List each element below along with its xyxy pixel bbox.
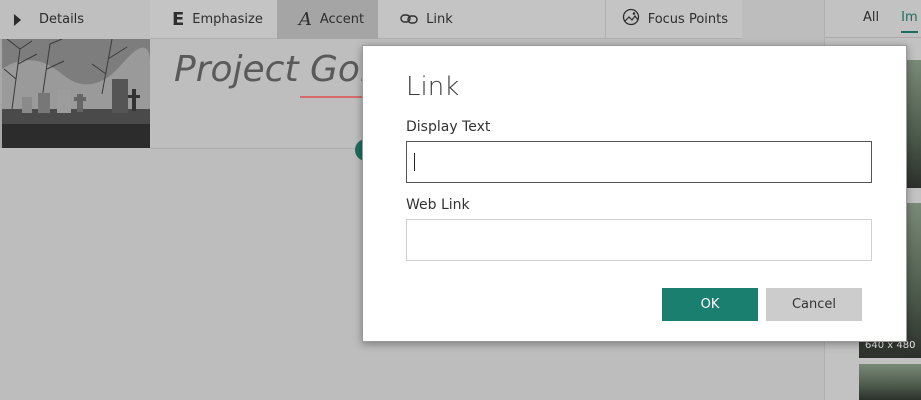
accent-label: Accent [319,12,365,27]
tab-all[interactable]: All [863,10,879,33]
focus-points-button[interactable]: Focus Points [604,0,742,39]
details-label: Details [39,12,85,27]
emphasize-icon: E [172,9,185,30]
text-caret [414,153,415,171]
format-toolbar: E Emphasize A Accent Link Focus Points [150,0,742,39]
link-button[interactable]: Link [378,0,467,39]
focus-points-icon [622,8,640,31]
link-icon [400,9,418,30]
cancel-button[interactable]: Cancel [766,288,862,321]
page-title[interactable]: Project Gor [174,49,375,90]
focus-points-label: Focus Points [647,12,728,27]
tabs-divider [825,37,921,38]
spellcheck-underline [300,96,370,98]
emphasize-button[interactable]: E Emphasize [150,0,277,39]
web-link-label: Web Link [406,197,470,213]
accent-icon: A [298,9,312,30]
image-result[interactable] [859,364,921,400]
dialog-title: Link [406,72,460,102]
accent-button[interactable]: A Accent [276,0,379,39]
link-dialog: Link Display Text Web Link OK Cancel [362,45,907,342]
web-link-input[interactable] [406,219,872,261]
ok-button[interactable]: OK [662,288,758,321]
expand-triangle-icon [14,13,21,26]
cemetery-thumbnail[interactable] [2,39,150,148]
link-label: Link [426,12,453,27]
display-text-input[interactable] [406,141,872,183]
emphasize-label: Emphasize [192,12,263,27]
display-text-label: Display Text [406,119,491,135]
details-toggle[interactable]: Details [0,0,150,39]
cemetery-image [2,39,150,148]
tab-images[interactable]: Im [901,10,918,33]
right-panel-tabs: All Im [825,0,921,33]
